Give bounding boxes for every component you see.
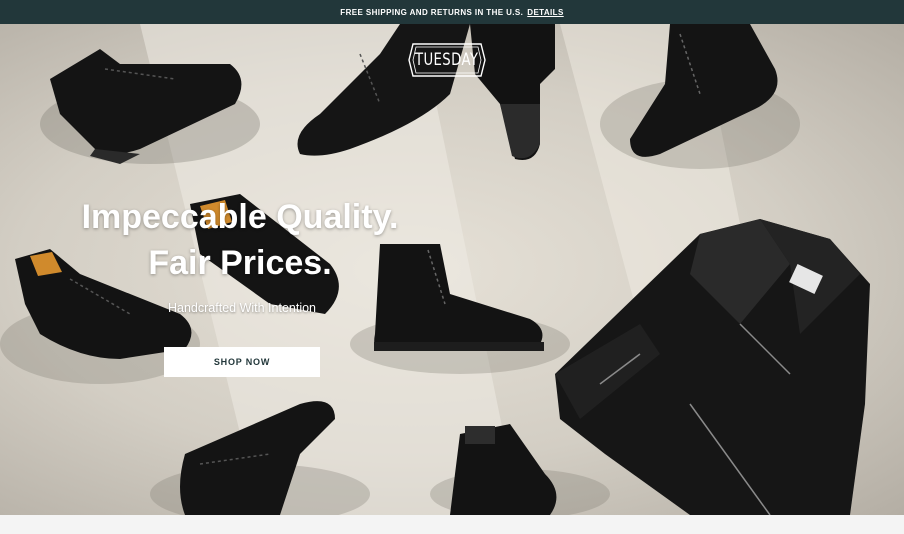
shop-now-button[interactable]: SHOP NOW bbox=[164, 347, 320, 377]
brand-logo[interactable]: TUESDAY bbox=[407, 40, 487, 80]
logo-text: TUESDAY bbox=[415, 50, 479, 70]
headline-line-1: Impeccable Quality. bbox=[81, 198, 399, 236]
announcement-bar: FREE SHIPPING AND RETURNS IN THE U.S. DET… bbox=[0, 0, 904, 24]
hero-subheadline: Handcrafted With Intention bbox=[168, 301, 316, 315]
boot-bottom-center bbox=[450, 424, 557, 515]
leather-jacket bbox=[555, 219, 870, 515]
details-link[interactable]: DETAILS bbox=[527, 8, 563, 17]
next-section-strip bbox=[0, 515, 904, 534]
hero-headline: Impeccable Quality. Fair Prices. bbox=[40, 194, 440, 286]
hero-banner: TUESDAY Impeccable Quality. Fair Prices.… bbox=[0, 24, 904, 515]
headline-line-2: Fair Prices. bbox=[148, 244, 332, 282]
announcement-message: FREE SHIPPING AND RETURNS IN THE U.S. DET… bbox=[340, 8, 563, 17]
announcement-text: FREE SHIPPING AND RETURNS IN THE U.S. bbox=[340, 7, 524, 17]
